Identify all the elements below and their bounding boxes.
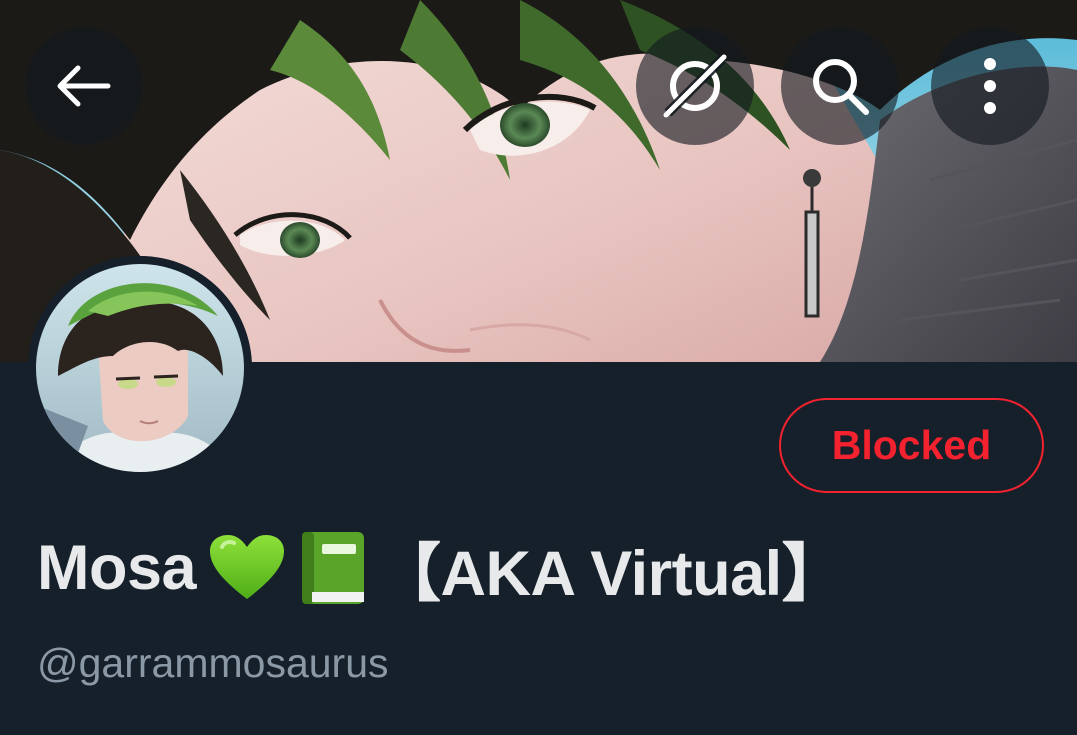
grok-icon [660, 51, 730, 121]
profile-avatar[interactable] [28, 256, 252, 480]
arrow-left-icon [56, 64, 112, 108]
more-vertical-icon [980, 56, 1000, 116]
display-name-suffix: 【AKA Virtual】 [378, 538, 845, 609]
more-options-button[interactable] [931, 27, 1049, 145]
search-button[interactable] [781, 27, 899, 145]
green-heart-icon [208, 533, 286, 603]
display-name-text: Mosa [37, 533, 197, 603]
profile-handle: @garrammosaurus [37, 640, 389, 686]
search-icon [808, 54, 872, 118]
green-book-icon [298, 530, 368, 606]
grok-button[interactable] [636, 27, 754, 145]
profile-display-name: Mosa 【AKA Virtual】 [37, 528, 845, 609]
blocked-button[interactable]: Blocked [779, 398, 1044, 493]
profile-page: Blocked Mosa 【AKA Virtual】 @garrammosaur… [0, 0, 1077, 735]
back-button[interactable] [25, 27, 143, 145]
